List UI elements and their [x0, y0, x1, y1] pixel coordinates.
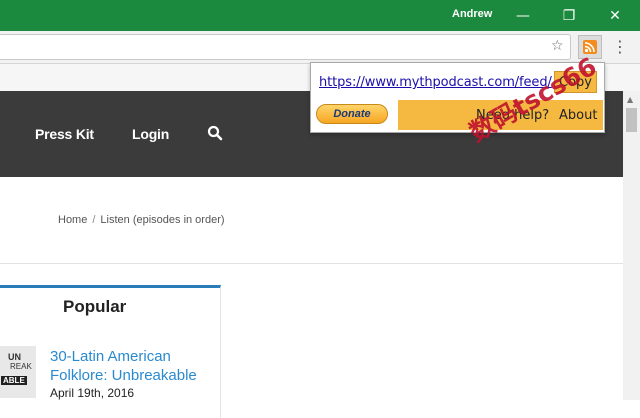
- thumb-text-1: UN: [8, 352, 21, 362]
- profile-name[interactable]: Andrew: [452, 8, 492, 20]
- restore-button[interactable]: ❐: [546, 0, 592, 31]
- close-button[interactable]: ✕: [592, 0, 638, 31]
- episode-date: April 19th, 2016: [50, 386, 135, 400]
- scroll-up-arrow-icon[interactable]: ▲: [627, 95, 633, 104]
- popular-title: Popular: [63, 297, 127, 316]
- nav-login[interactable]: Login: [132, 126, 169, 142]
- donate-button[interactable]: Donate: [316, 104, 388, 124]
- episode-thumbnail[interactable]: UN REAK ABLE: [0, 346, 36, 398]
- browser-menu-icon[interactable]: ⋮: [612, 37, 628, 57]
- browser-toolbar: ☆: [0, 31, 640, 64]
- about-link[interactable]: About: [559, 108, 597, 123]
- search-icon[interactable]: [207, 125, 223, 141]
- breadcrumb-current: Listen (episodes in order): [100, 214, 225, 226]
- thumb-text-3: ABLE: [1, 376, 27, 385]
- thumb-text-2: REAK: [10, 362, 32, 371]
- page-scrollbar[interactable]: [623, 91, 640, 400]
- bookmark-star-icon[interactable]: ☆: [551, 38, 564, 54]
- scrollbar-thumb[interactable]: [626, 108, 637, 132]
- breadcrumb: Home / Listen (episodes in order): [58, 214, 225, 226]
- breadcrumb-home[interactable]: Home: [58, 214, 87, 226]
- minimize-button[interactable]: —: [500, 0, 546, 31]
- breadcrumb-separator: /: [92, 214, 96, 226]
- nav-press-kit[interactable]: Press Kit: [35, 126, 94, 142]
- episode-title-link[interactable]: 30-Latin American Folklore: Unbreakable: [50, 347, 215, 385]
- address-bar[interactable]: ☆: [0, 34, 571, 60]
